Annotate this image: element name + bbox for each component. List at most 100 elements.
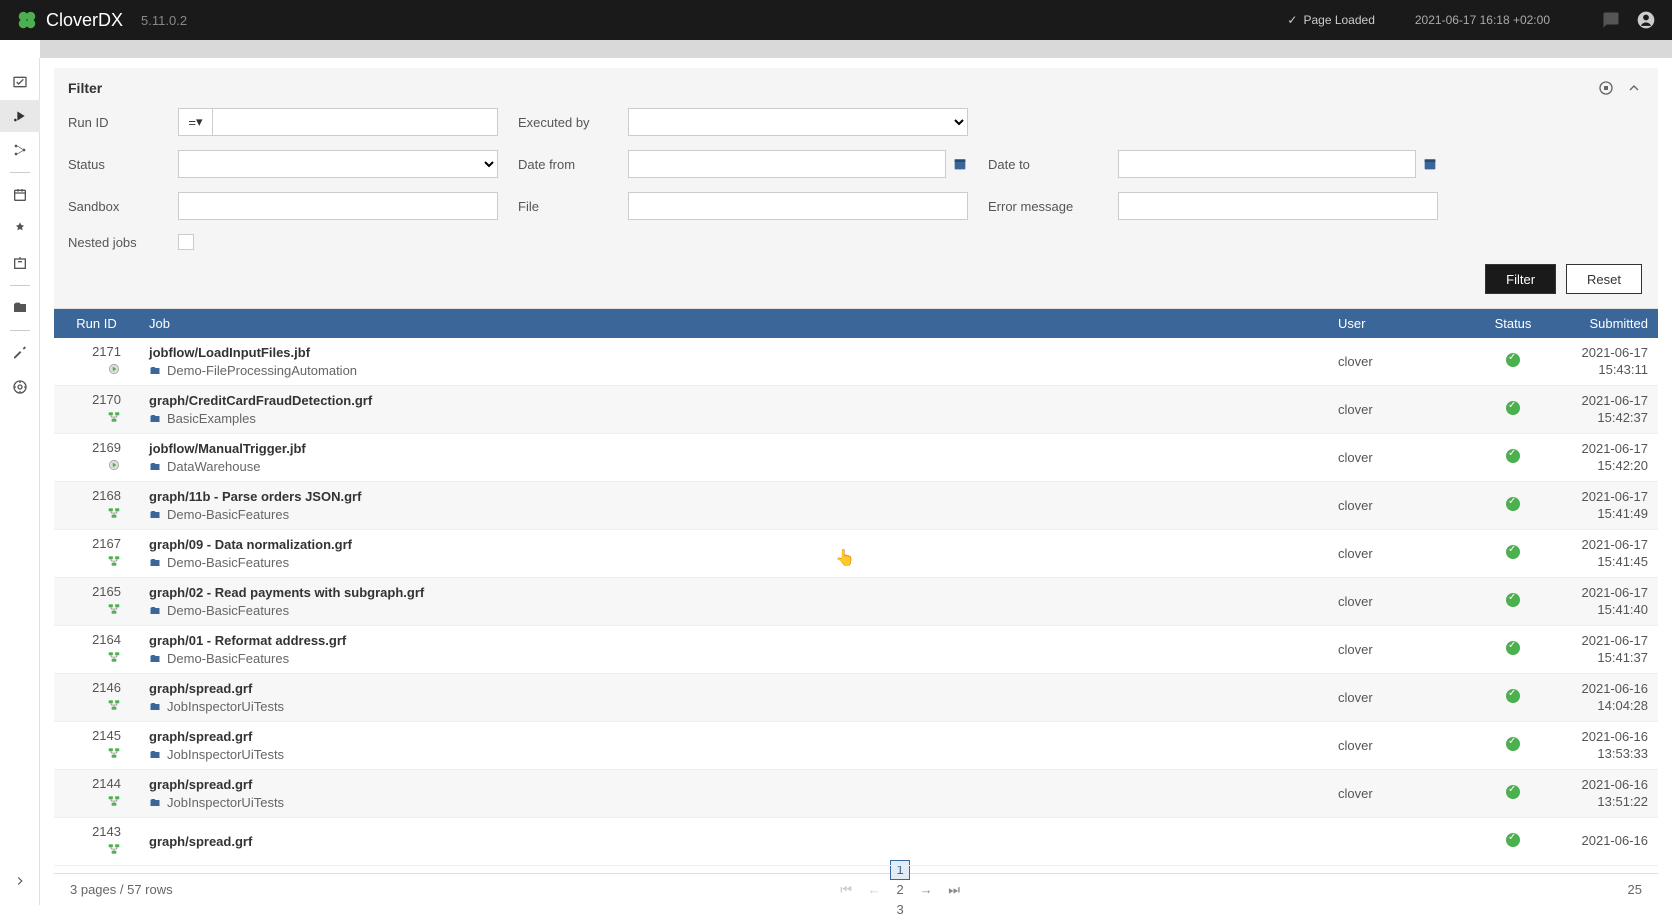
pager-page-3[interactable]: 3 bbox=[890, 900, 910, 920]
folder-icon bbox=[149, 413, 161, 425]
run-id-value: 2167 bbox=[64, 536, 121, 551]
table-row[interactable]: 2167graph/09 - Data normalization.grfDem… bbox=[54, 530, 1658, 578]
file-input[interactable] bbox=[628, 192, 968, 220]
status-ok-icon bbox=[1506, 593, 1520, 607]
calendar-icon[interactable] bbox=[1422, 156, 1438, 172]
submitted-cell: 2021-06-1715:42:37 bbox=[1548, 386, 1658, 434]
job-name: graph/spread.grf bbox=[149, 834, 1318, 849]
calendar-icon[interactable] bbox=[952, 156, 968, 172]
col-job[interactable]: Job bbox=[139, 309, 1328, 338]
table-row[interactable]: 2146graph/spread.grfJobInspectorUiTestsc… bbox=[54, 674, 1658, 722]
filter-stop-icon[interactable] bbox=[1598, 80, 1614, 96]
folder-icon bbox=[149, 797, 161, 809]
label-sandbox: Sandbox bbox=[68, 199, 158, 214]
table-row[interactable]: 2144graph/spread.grfJobInspectorUiTestsc… bbox=[54, 770, 1658, 818]
sidebar-monitoring[interactable] bbox=[0, 66, 40, 98]
job-name: graph/CreditCardFraudDetection.grf bbox=[149, 393, 1318, 408]
sidebar-expand[interactable] bbox=[0, 865, 40, 897]
sidebar-item-3[interactable] bbox=[0, 134, 40, 166]
pager-last-icon[interactable]: ⏭ bbox=[942, 878, 966, 902]
folder-icon bbox=[149, 461, 161, 473]
sandbox-input[interactable] bbox=[178, 192, 498, 220]
pager-page-2[interactable]: 2 bbox=[890, 880, 910, 900]
run-id-value: 2165 bbox=[64, 584, 121, 599]
table-row[interactable]: 2171jobflow/LoadInputFiles.jbfDemo-FileP… bbox=[54, 338, 1658, 386]
table-row[interactable]: 2164graph/01 - Reformat address.grfDemo-… bbox=[54, 626, 1658, 674]
filter-panel: Filter Run ID = ▾ Executed by Status bbox=[54, 68, 1658, 309]
submitted-cell: 2021-06-1715:41:40 bbox=[1548, 578, 1658, 626]
table-row[interactable]: 2143graph/spread.grf2021-06-16 bbox=[54, 818, 1658, 866]
label-status: Status bbox=[68, 157, 158, 172]
run-id-value: 2170 bbox=[64, 392, 121, 407]
table-row[interactable]: 2170graph/CreditCardFraudDetection.grfBa… bbox=[54, 386, 1658, 434]
user-account-icon[interactable] bbox=[1636, 10, 1656, 30]
sidebar-configuration[interactable] bbox=[0, 337, 40, 369]
job-type-icon bbox=[107, 602, 121, 616]
folder-icon bbox=[149, 605, 161, 617]
user-cell: clover bbox=[1328, 626, 1478, 674]
nested-jobs-checkbox[interactable] bbox=[178, 234, 194, 250]
user-cell: clover bbox=[1328, 722, 1478, 770]
job-type-icon bbox=[107, 554, 121, 568]
sidebar-schedules[interactable] bbox=[0, 179, 40, 211]
sidebar-item-6[interactable] bbox=[0, 247, 40, 279]
run-id-value: 2144 bbox=[64, 776, 121, 791]
col-run-id[interactable]: Run ID bbox=[54, 309, 139, 338]
error-message-input[interactable] bbox=[1118, 192, 1438, 220]
status-ok-icon bbox=[1506, 641, 1520, 655]
status-ok-icon bbox=[1506, 449, 1520, 463]
user-cell: clover bbox=[1328, 578, 1478, 626]
run-id-operator[interactable]: = ▾ bbox=[178, 108, 212, 136]
executed-by-select[interactable] bbox=[628, 108, 968, 136]
table-row[interactable]: 2165graph/02 - Read payments with subgra… bbox=[54, 578, 1658, 626]
pager-prev-icon[interactable]: ← bbox=[862, 878, 886, 902]
job-sandbox: JobInspectorUiTests bbox=[149, 699, 1318, 714]
table-row[interactable]: 2168graph/11b - Parse orders JSON.grfDem… bbox=[54, 482, 1658, 530]
col-status[interactable]: Status bbox=[1478, 309, 1548, 338]
status-ok-icon bbox=[1506, 785, 1520, 799]
reset-button[interactable]: Reset bbox=[1566, 264, 1642, 294]
status-select[interactable] bbox=[178, 150, 498, 178]
status-ok-icon bbox=[1506, 689, 1520, 703]
date-to-input[interactable] bbox=[1118, 150, 1416, 178]
sidebar-item-5[interactable] bbox=[0, 213, 40, 245]
run-id-value: 2164 bbox=[64, 632, 121, 647]
user-cell: clover bbox=[1328, 386, 1478, 434]
user-cell bbox=[1328, 818, 1478, 866]
date-from-input[interactable] bbox=[628, 150, 946, 178]
filter-button[interactable]: Filter bbox=[1485, 264, 1556, 294]
logo: CloverDX bbox=[16, 9, 123, 31]
gray-strip bbox=[40, 40, 1672, 58]
check-icon: ✓ bbox=[1287, 13, 1297, 27]
run-id-input[interactable] bbox=[212, 108, 498, 136]
user-cell: clover bbox=[1328, 530, 1478, 578]
folder-icon bbox=[149, 557, 161, 569]
run-id-value: 2171 bbox=[64, 344, 121, 359]
user-cell: clover bbox=[1328, 482, 1478, 530]
sidebar-help[interactable] bbox=[0, 371, 40, 403]
job-sandbox: Demo-BasicFeatures bbox=[149, 507, 1318, 522]
job-sandbox: Demo-BasicFeatures bbox=[149, 651, 1318, 666]
job-type-icon bbox=[107, 794, 121, 808]
sidebar-execution-history[interactable] bbox=[0, 100, 40, 132]
user-cell: clover bbox=[1328, 674, 1478, 722]
sidebar-sandboxes[interactable] bbox=[0, 292, 40, 324]
job-sandbox: JobInspectorUiTests bbox=[149, 747, 1318, 762]
folder-icon bbox=[149, 365, 161, 377]
job-type-icon bbox=[107, 362, 121, 376]
pager-first-icon[interactable]: ⏮ bbox=[834, 878, 858, 902]
col-submitted[interactable]: Submitted bbox=[1548, 309, 1658, 338]
job-type-icon bbox=[107, 458, 121, 472]
status-ok-icon bbox=[1506, 545, 1520, 559]
brand-name: CloverDX bbox=[46, 10, 123, 31]
submitted-cell: 2021-06-1715:41:45 bbox=[1548, 530, 1658, 578]
messages-icon[interactable] bbox=[1602, 11, 1620, 29]
job-sandbox: Demo-BasicFeatures bbox=[149, 603, 1318, 618]
table-row[interactable]: 2169jobflow/ManualTrigger.jbfDataWarehou… bbox=[54, 434, 1658, 482]
col-user[interactable]: User bbox=[1328, 309, 1478, 338]
table-row[interactable]: 2145graph/spread.grfJobInspectorUiTestsc… bbox=[54, 722, 1658, 770]
run-id-value: 2146 bbox=[64, 680, 121, 695]
pager-next-icon[interactable]: → bbox=[914, 878, 938, 902]
collapse-icon[interactable] bbox=[1626, 80, 1642, 96]
status-ok-icon bbox=[1506, 737, 1520, 751]
